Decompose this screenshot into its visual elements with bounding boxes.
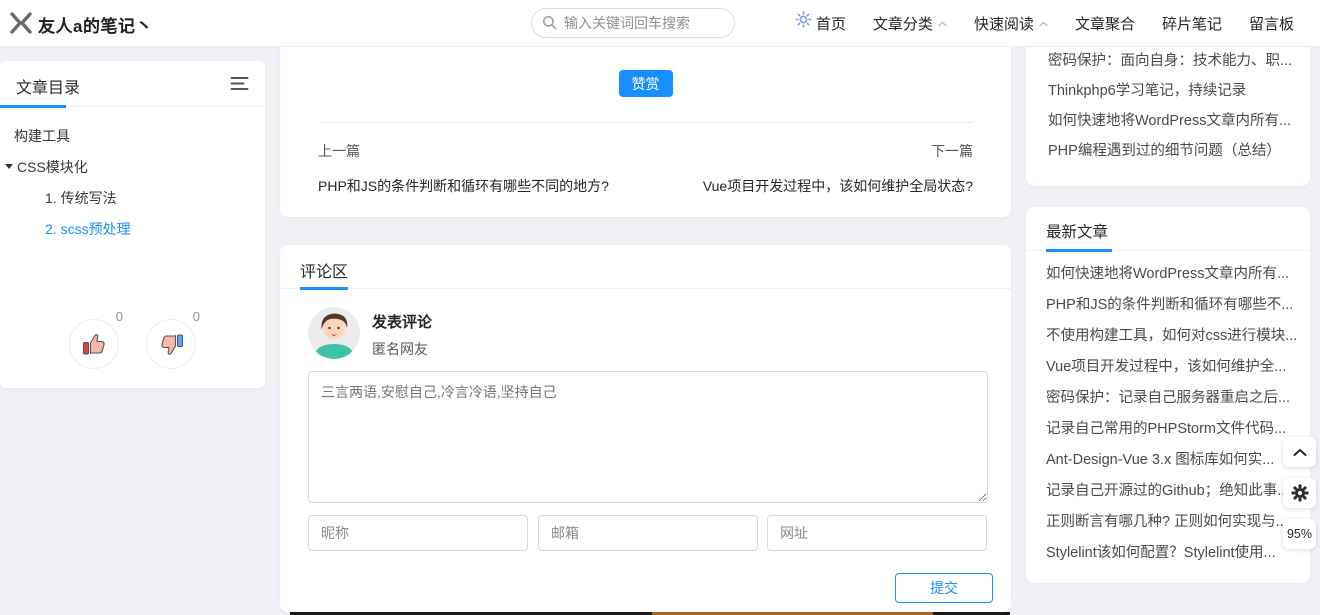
comment-title: 评论区 [300,258,348,282]
comment-header: 评论区 [280,245,1011,289]
nav-item-quick-read[interactable]: 快速阅读 [974,13,1048,34]
hot-articles-card: 密码保护：面向自身：技术能力、职... Thinkphp6学习笔记，持续记录 如… [1026,40,1310,186]
site-logo-icon[interactable] [8,10,34,41]
chevron-up-icon [1293,448,1307,457]
toc-title: 文章目录 [16,74,80,98]
next-post-link[interactable]: Vue项目开发过程中，该如何维护全局状态? [703,176,973,196]
thumbs-down-button[interactable]: 0 [146,319,196,369]
article-link[interactable]: PHP编程遇到过的细节问题（总结） [1048,136,1294,166]
submit-comment-button[interactable]: 提交 [895,573,993,603]
latest-articles-card: 最新文章 如何快速地将WordPress文章内所有... PHP和JS的条件判断… [1026,207,1310,583]
article-link[interactable]: 记录自己开源过的Github；绝知此事... [1046,476,1296,507]
divider [318,122,973,123]
donate-button[interactable]: 赞赏 [619,70,673,97]
toc-tree: 构建工具 CSS模块化 1. 传统写法 2. scss预处理 [0,107,265,244]
search-input[interactable] [531,8,735,38]
latest-articles-title: 最新文章 [1046,220,1108,242]
comment-username: 匿名网友 [372,339,428,359]
like-dislike-row: 0 0 [0,319,265,369]
toc-header: 文章目录 [0,61,265,107]
toc-item-css-modular[interactable]: CSS模块化 [0,151,265,182]
nav-item-guestbook[interactable]: 留言板 [1249,13,1294,34]
triangle-down-icon [5,164,13,169]
settings-button[interactable] [1283,478,1316,508]
hot-articles-list: 密码保护：面向自身：技术能力、职... Thinkphp6学习笔记，持续记录 如… [1026,40,1310,166]
nav-item-snippets[interactable]: 碎片笔记 [1162,13,1222,34]
nav-item-aggregation[interactable]: 文章聚合 [1075,13,1135,34]
nav-item-categories[interactable]: 文章分类 [873,13,947,34]
thumbs-up-count: 0 [116,309,123,324]
avatar [308,307,360,359]
theme-toggle-sun-icon[interactable] [795,11,812,33]
nav-item-home[interactable]: 首页 [816,13,846,34]
comment-form-title: 发表评论 [372,311,432,332]
latest-articles-list: 如何快速地将WordPress文章内所有... PHP和JS的条件判断和循环有哪… [1026,251,1310,569]
toc-collapse-icon[interactable] [230,76,249,96]
article-link[interactable]: Thinkphp6学习笔记，持续记录 [1048,76,1294,106]
thumbs-up-button[interactable]: 0 [69,319,119,369]
comment-section: 评论区 发表评论 匿名网友 提交 [280,245,1011,612]
chevron-up-icon [938,21,947,27]
article-link[interactable]: 如何快速地将WordPress文章内所有... [1048,106,1294,136]
thumbs-down-icon [158,331,185,358]
top-navbar: 友人a的笔记丶 首页 文章分类 快速阅读 文章聚合 碎片笔记 [0,0,1320,47]
article-link[interactable]: Stylelint该如何配置？Stylelint使用... [1046,538,1296,569]
email-input[interactable] [538,515,758,551]
back-to-top-button[interactable] [1283,437,1316,467]
search-box [531,8,735,38]
comment-active-underline [300,287,348,290]
website-input[interactable] [767,515,987,551]
article-link[interactable]: 密码保护：记录自己服务器重启之后... [1046,383,1296,414]
chevron-up-icon [1039,21,1048,27]
article-link[interactable]: 不使用构建工具，如何对css进行模块... [1046,321,1296,352]
latest-articles-header: 最新文章 [1026,207,1310,251]
toc-item-scss[interactable]: 2. scss预处理 [0,213,265,244]
toc-active-underline [0,105,66,108]
article-link[interactable]: 密码保护：面向自身：技术能力、职... [1048,46,1294,76]
thumbs-up-icon [81,331,108,358]
article-link[interactable]: Ant-Design-Vue 3.x 图标库如何实... [1046,445,1296,476]
site-title: 友人a的笔记丶 [38,12,153,37]
article-link[interactable]: 如何快速地将WordPress文章内所有... [1046,259,1296,290]
toc-item-traditional[interactable]: 1. 传统写法 [0,182,265,213]
thumbs-down-count: 0 [193,309,200,324]
article-link[interactable]: Vue项目开发过程中，该如何维护全... [1046,352,1296,383]
next-post-label: 下一篇 [931,141,973,161]
latest-active-underline [1046,249,1112,252]
search-icon [542,15,557,35]
comment-textarea[interactable] [308,371,988,503]
prev-post-label: 上一篇 [318,141,360,161]
gear-icon [1291,484,1309,502]
zoom-level-indicator[interactable]: 95% [1283,519,1316,549]
toc-item-build-tools[interactable]: 构建工具 [0,120,265,151]
nickname-input[interactable] [308,515,528,551]
article-link[interactable]: 正则断言有哪几种? 正则如何实现与... [1046,507,1296,538]
article-link[interactable]: 记录自己常用的PHPStorm文件代码... [1046,414,1296,445]
main-nav: 首页 文章分类 快速阅读 文章聚合 碎片笔记 留言板 [816,0,1294,47]
toc-sidebar: 文章目录 构建工具 CSS模块化 1. 传统写法 2. scss预处理 [0,61,265,388]
article-link[interactable]: PHP和JS的条件判断和循环有哪些不... [1046,290,1296,321]
prev-post-link[interactable]: PHP和JS的条件判断和循环有哪些不同的地方? [318,176,609,196]
